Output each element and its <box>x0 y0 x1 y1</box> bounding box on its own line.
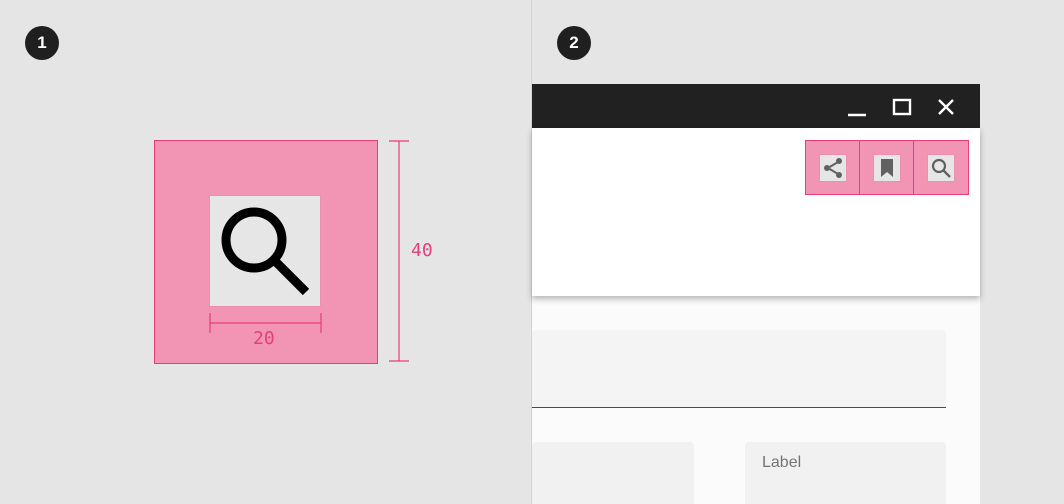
close-icon <box>938 99 954 115</box>
minimize-button[interactable] <box>845 95 869 119</box>
step-badge-2: 2 <box>557 26 591 60</box>
minimize-icon <box>848 113 866 117</box>
share-button[interactable] <box>806 141 860 194</box>
icon-size-label: 20 <box>253 328 275 349</box>
search-icon <box>931 158 951 178</box>
touch-target-size-label: 40 <box>411 240 433 261</box>
search-button[interactable] <box>914 141 968 194</box>
text-field-labeled[interactable] <box>745 442 946 504</box>
text-field-wide[interactable] <box>532 330 946 408</box>
bookmark-icon <box>880 158 893 177</box>
share-icon <box>823 157 842 178</box>
maximize-button[interactable] <box>890 95 914 119</box>
text-field-left[interactable] <box>532 442 694 504</box>
bookmark-button[interactable] <box>860 141 914 194</box>
text-field-label: Label <box>762 454 802 471</box>
app-bar-actions <box>805 140 969 195</box>
close-button[interactable] <box>934 95 958 119</box>
measurement-lines <box>209 140 409 362</box>
maximize-icon <box>892 98 912 116</box>
